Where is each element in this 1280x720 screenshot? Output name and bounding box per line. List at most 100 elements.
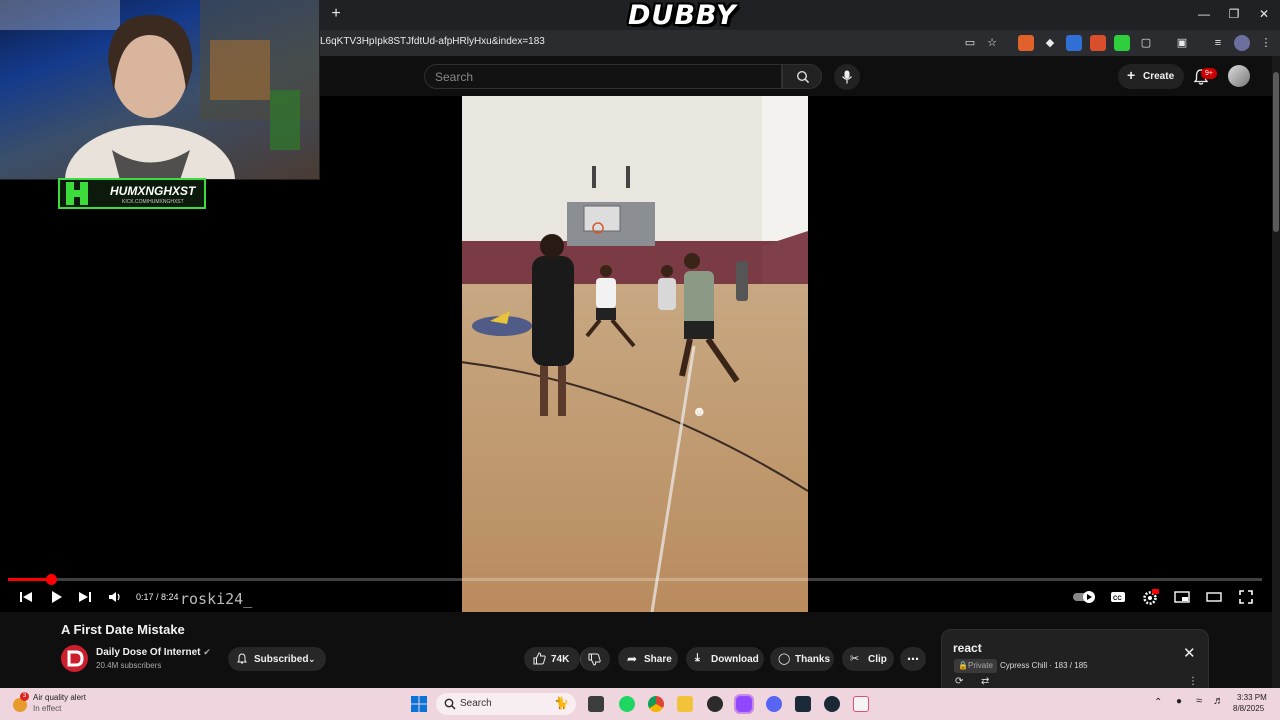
basketball-court-scene: ☻: [462, 96, 808, 612]
scrollbar-thumb[interactable]: [1273, 72, 1279, 232]
extension-green-icon[interactable]: [1114, 35, 1130, 51]
play-icon[interactable]: [47, 588, 65, 606]
clip-button[interactable]: ✂ Clip: [842, 647, 894, 671]
playlist-panel: react 🔒 Private Cypress Chill · 183 / 18…: [941, 629, 1209, 689]
wifi-icon[interactable]: ≈: [1196, 695, 1202, 707]
playlist-more-icon[interactable]: ⋮: [1188, 676, 1198, 687]
overlay-username: roski24_: [180, 590, 253, 608]
minimize-icon[interactable]: —: [1196, 6, 1212, 22]
like-button[interactable]: 74K: [524, 647, 580, 671]
channel-logo-icon: [67, 650, 84, 667]
subscribed-button[interactable]: Subscribed ⌄: [228, 647, 326, 671]
bookmark-star-icon[interactable]: ☆: [984, 35, 1000, 51]
shuffle-icon[interactable]: ⇄: [981, 676, 989, 687]
bell-icon: [237, 653, 247, 664]
search-button[interactable]: [782, 64, 822, 89]
discord-icon[interactable]: [766, 696, 782, 712]
channel-avatar[interactable]: [61, 645, 88, 672]
steam-icon[interactable]: [824, 696, 840, 712]
file-explorer-icon[interactable]: [677, 696, 693, 712]
voice-search-button[interactable]: [834, 64, 860, 90]
loop-icon[interactable]: ⟳: [955, 676, 963, 687]
streamer-name-tag: HUMXNGHXST KICK.COM/HUMXNGHXST: [58, 178, 206, 209]
microphone-icon: [842, 70, 852, 84]
extension-orange-icon[interactable]: [1018, 35, 1034, 51]
playlist-title[interactable]: react: [953, 641, 982, 655]
profile-icon[interactable]: [1234, 35, 1250, 51]
subscriber-count: 20.4M subscribers: [96, 661, 162, 670]
search-highlight-icon: 🐈: [554, 696, 569, 710]
thumbs-down-icon: [588, 653, 601, 666]
next-icon[interactable]: [76, 588, 94, 606]
progress-scrubber[interactable]: [45, 574, 57, 585]
account-avatar[interactable]: [1228, 65, 1250, 87]
windows-taskbar: 3 Air quality alert In effect Search 🐈 ⌃…: [0, 688, 1280, 720]
previous-icon[interactable]: [17, 588, 35, 606]
share-icon: ➦: [627, 652, 638, 666]
volume-icon[interactable]: [106, 588, 124, 606]
more-horizontal-icon: ⋯: [907, 652, 919, 666]
create-button[interactable]: + Create: [1118, 64, 1184, 89]
screen: + DUBBY — ❐ ✕ L6qKTV3HpIpk8STJfdtUd-afpH…: [0, 0, 1280, 720]
channel-name[interactable]: Daily Dose Of Internet ✔: [96, 647, 211, 658]
captions-icon[interactable]: CC: [1109, 588, 1127, 606]
chrome-icon[interactable]: [648, 696, 664, 712]
miniplayer-icon[interactable]: [1173, 588, 1191, 606]
scissors-icon: ✂: [850, 653, 860, 665]
fullscreen-icon[interactable]: [1237, 588, 1255, 606]
extension-fox-icon[interactable]: [1090, 35, 1106, 51]
plus-icon: +: [1127, 67, 1136, 83]
taskbar-date[interactable]: 8/8/2025: [1233, 704, 1264, 713]
autoplay-toggle-icon[interactable]: [1072, 588, 1098, 606]
taskbar-time[interactable]: 3:33 PM: [1237, 693, 1267, 702]
notification-badge: 9+: [1201, 68, 1217, 79]
weather-title: Air quality alert: [33, 693, 86, 702]
share-button[interactable]: ➦ Share: [618, 647, 678, 671]
progress-bar[interactable]: [8, 574, 1262, 585]
chevron-down-icon: ⌄: [308, 654, 316, 664]
close-playlist-icon[interactable]: ✕: [1183, 644, 1196, 662]
dubby-logo: DUBBY: [628, 0, 737, 31]
search-placeholder: Search: [435, 70, 474, 84]
streaming-app-icon[interactable]: [734, 694, 754, 714]
dislike-button[interactable]: [580, 647, 610, 671]
svg-text:☻: ☻: [692, 403, 707, 419]
close-icon[interactable]: ✕: [1256, 6, 1272, 22]
extension-diamond-icon[interactable]: ◆: [1042, 35, 1058, 51]
itunes-icon[interactable]: [853, 696, 869, 712]
kick-logo-icon: [66, 182, 88, 205]
page-scrollbar[interactable]: [1272, 56, 1280, 688]
more-actions-button[interactable]: ⋯: [900, 647, 926, 671]
url-text[interactable]: L6qKTV3HpIpk8STJfdtUd-afpHRlyHxu&index=1…: [320, 36, 545, 47]
tray-chevron-up-icon[interactable]: ⌃: [1154, 697, 1162, 708]
new-tab-button[interactable]: +: [328, 6, 344, 22]
browser-menu-icon[interactable]: ⋮: [1258, 35, 1274, 51]
search-icon: [444, 698, 456, 710]
windows-start-icon[interactable]: [411, 696, 427, 712]
weather-subtitle: In effect: [33, 704, 62, 713]
terminal-icon[interactable]: [795, 696, 811, 712]
obs-icon[interactable]: [707, 696, 723, 712]
microphone-tray-icon[interactable]: ●: [1176, 696, 1182, 707]
download-icon: ⤓: [695, 652, 700, 664]
lock-icon: 🔒: [958, 661, 968, 670]
theater-mode-icon[interactable]: [1205, 588, 1223, 606]
webcam-scene: [0, 0, 319, 179]
spotify-icon[interactable]: [619, 696, 635, 712]
cast-icon[interactable]: ▣: [1174, 35, 1190, 51]
thumbs-up-icon: [533, 652, 546, 665]
playlist-privacy-badge: 🔒 Private: [954, 659, 997, 673]
taskbar-search[interactable]: Search 🐈: [436, 693, 576, 715]
download-button[interactable]: ⤓ Download: [686, 647, 764, 671]
thanks-button[interactable]: ◯ Thanks: [770, 647, 834, 671]
restore-icon[interactable]: ❐: [1226, 6, 1242, 22]
speaker-icon[interactable]: ♬: [1213, 695, 1224, 707]
task-view-icon[interactable]: [588, 696, 604, 712]
tab-search-icon[interactable]: ≡: [1210, 35, 1226, 51]
settings-gear-icon[interactable]: [1141, 588, 1159, 606]
search-input[interactable]: Search: [424, 64, 782, 89]
extension-blue-icon[interactable]: [1066, 35, 1082, 51]
extensions-puzzle-icon[interactable]: ▢: [1138, 35, 1154, 51]
install-app-icon[interactable]: ▭: [962, 35, 978, 51]
streamer-webcam: [0, 0, 320, 180]
